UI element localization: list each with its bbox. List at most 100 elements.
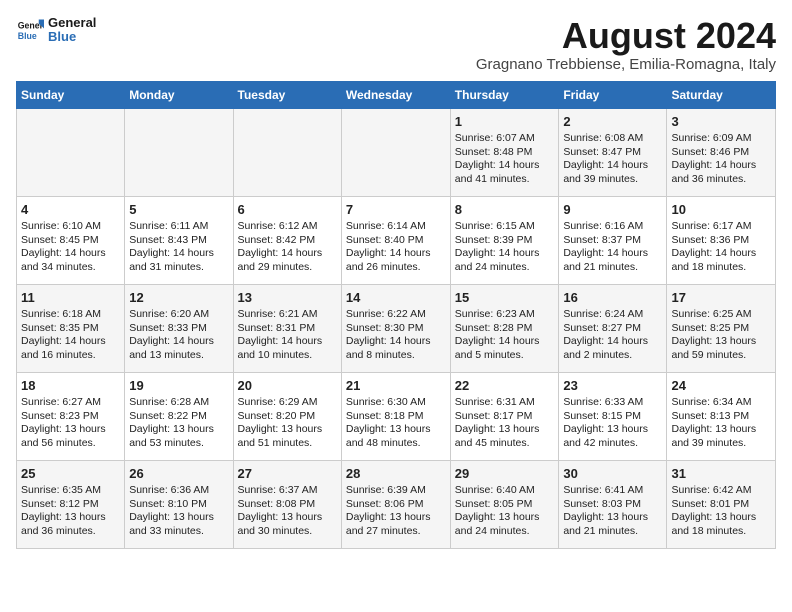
day-number: 9 xyxy=(563,201,662,219)
day-info: Sunrise: 6:18 AM Sunset: 8:35 PM Dayligh… xyxy=(21,308,120,363)
day-info: Sunrise: 6:29 AM Sunset: 8:20 PM Dayligh… xyxy=(238,396,337,451)
day-number: 21 xyxy=(346,377,446,395)
calendar-cell: 1Sunrise: 6:07 AM Sunset: 8:48 PM Daylig… xyxy=(450,108,559,196)
day-info: Sunrise: 6:24 AM Sunset: 8:27 PM Dayligh… xyxy=(563,308,662,363)
calendar-cell: 19Sunrise: 6:28 AM Sunset: 8:22 PM Dayli… xyxy=(125,372,233,460)
day-info: Sunrise: 6:27 AM Sunset: 8:23 PM Dayligh… xyxy=(21,396,120,451)
day-info: Sunrise: 6:35 AM Sunset: 8:12 PM Dayligh… xyxy=(21,484,120,539)
day-info: Sunrise: 6:21 AM Sunset: 8:31 PM Dayligh… xyxy=(238,308,337,363)
calendar-cell: 21Sunrise: 6:30 AM Sunset: 8:18 PM Dayli… xyxy=(341,372,450,460)
week-row-5: 25Sunrise: 6:35 AM Sunset: 8:12 PM Dayli… xyxy=(17,460,776,548)
calendar-cell: 31Sunrise: 6:42 AM Sunset: 8:01 PM Dayli… xyxy=(667,460,776,548)
day-number: 16 xyxy=(563,289,662,307)
day-number: 19 xyxy=(129,377,228,395)
calendar-cell: 24Sunrise: 6:34 AM Sunset: 8:13 PM Dayli… xyxy=(667,372,776,460)
week-row-3: 11Sunrise: 6:18 AM Sunset: 8:35 PM Dayli… xyxy=(17,284,776,372)
calendar-cell: 29Sunrise: 6:40 AM Sunset: 8:05 PM Dayli… xyxy=(450,460,559,548)
calendar-cell: 8Sunrise: 6:15 AM Sunset: 8:39 PM Daylig… xyxy=(450,196,559,284)
day-number: 30 xyxy=(563,465,662,483)
calendar-cell: 11Sunrise: 6:18 AM Sunset: 8:35 PM Dayli… xyxy=(17,284,125,372)
week-row-1: 1Sunrise: 6:07 AM Sunset: 8:48 PM Daylig… xyxy=(17,108,776,196)
calendar-cell: 14Sunrise: 6:22 AM Sunset: 8:30 PM Dayli… xyxy=(341,284,450,372)
day-info: Sunrise: 6:37 AM Sunset: 8:08 PM Dayligh… xyxy=(238,484,337,539)
day-number: 24 xyxy=(671,377,771,395)
logo-line2: Blue xyxy=(48,30,96,44)
day-number: 25 xyxy=(21,465,120,483)
calendar-cell: 30Sunrise: 6:41 AM Sunset: 8:03 PM Dayli… xyxy=(559,460,667,548)
calendar-cell: 27Sunrise: 6:37 AM Sunset: 8:08 PM Dayli… xyxy=(233,460,341,548)
logo: General Blue General Blue xyxy=(16,16,96,45)
header-day-friday: Friday xyxy=(559,81,667,108)
calendar-cell: 9Sunrise: 6:16 AM Sunset: 8:37 PM Daylig… xyxy=(559,196,667,284)
day-number: 31 xyxy=(671,465,771,483)
calendar-cell xyxy=(341,108,450,196)
day-info: Sunrise: 6:41 AM Sunset: 8:03 PM Dayligh… xyxy=(563,484,662,539)
calendar-table: SundayMondayTuesdayWednesdayThursdayFrid… xyxy=(16,81,776,549)
calendar-cell: 15Sunrise: 6:23 AM Sunset: 8:28 PM Dayli… xyxy=(450,284,559,372)
day-info: Sunrise: 6:14 AM Sunset: 8:40 PM Dayligh… xyxy=(346,220,446,275)
day-number: 8 xyxy=(455,201,555,219)
day-number: 14 xyxy=(346,289,446,307)
header-day-saturday: Saturday xyxy=(667,81,776,108)
calendar-cell: 10Sunrise: 6:17 AM Sunset: 8:36 PM Dayli… xyxy=(667,196,776,284)
calendar-cell: 20Sunrise: 6:29 AM Sunset: 8:20 PM Dayli… xyxy=(233,372,341,460)
header-day-wednesday: Wednesday xyxy=(341,81,450,108)
day-number: 10 xyxy=(671,201,771,219)
calendar-cell: 17Sunrise: 6:25 AM Sunset: 8:25 PM Dayli… xyxy=(667,284,776,372)
location: Gragnano Trebbiense, Emilia-Romagna, Ita… xyxy=(476,56,776,73)
day-number: 2 xyxy=(563,113,662,131)
svg-text:Blue: Blue xyxy=(18,31,37,41)
day-number: 22 xyxy=(455,377,555,395)
title-block: August 2024 Gragnano Trebbiense, Emilia-… xyxy=(476,16,776,73)
day-info: Sunrise: 6:09 AM Sunset: 8:46 PM Dayligh… xyxy=(671,132,771,187)
day-number: 28 xyxy=(346,465,446,483)
day-info: Sunrise: 6:16 AM Sunset: 8:37 PM Dayligh… xyxy=(563,220,662,275)
day-number: 29 xyxy=(455,465,555,483)
day-number: 11 xyxy=(21,289,120,307)
day-info: Sunrise: 6:40 AM Sunset: 8:05 PM Dayligh… xyxy=(455,484,555,539)
logo-icon: General Blue xyxy=(16,16,44,44)
calendar-cell: 22Sunrise: 6:31 AM Sunset: 8:17 PM Dayli… xyxy=(450,372,559,460)
day-number: 15 xyxy=(455,289,555,307)
day-number: 7 xyxy=(346,201,446,219)
day-number: 13 xyxy=(238,289,337,307)
day-info: Sunrise: 6:25 AM Sunset: 8:25 PM Dayligh… xyxy=(671,308,771,363)
day-info: Sunrise: 6:17 AM Sunset: 8:36 PM Dayligh… xyxy=(671,220,771,275)
header-day-monday: Monday xyxy=(125,81,233,108)
day-info: Sunrise: 6:20 AM Sunset: 8:33 PM Dayligh… xyxy=(129,308,228,363)
logo-line1: General xyxy=(48,16,96,30)
day-number: 18 xyxy=(21,377,120,395)
calendar-cell: 28Sunrise: 6:39 AM Sunset: 8:06 PM Dayli… xyxy=(341,460,450,548)
day-number: 6 xyxy=(238,201,337,219)
day-info: Sunrise: 6:08 AM Sunset: 8:47 PM Dayligh… xyxy=(563,132,662,187)
calendar-cell: 3Sunrise: 6:09 AM Sunset: 8:46 PM Daylig… xyxy=(667,108,776,196)
day-info: Sunrise: 6:22 AM Sunset: 8:30 PM Dayligh… xyxy=(346,308,446,363)
calendar-cell xyxy=(125,108,233,196)
day-info: Sunrise: 6:34 AM Sunset: 8:13 PM Dayligh… xyxy=(671,396,771,451)
month-year: August 2024 xyxy=(476,16,776,56)
calendar-cell: 12Sunrise: 6:20 AM Sunset: 8:33 PM Dayli… xyxy=(125,284,233,372)
calendar-cell: 26Sunrise: 6:36 AM Sunset: 8:10 PM Dayli… xyxy=(125,460,233,548)
day-info: Sunrise: 6:31 AM Sunset: 8:17 PM Dayligh… xyxy=(455,396,555,451)
calendar-cell: 7Sunrise: 6:14 AM Sunset: 8:40 PM Daylig… xyxy=(341,196,450,284)
header-day-sunday: Sunday xyxy=(17,81,125,108)
header-day-tuesday: Tuesday xyxy=(233,81,341,108)
day-info: Sunrise: 6:11 AM Sunset: 8:43 PM Dayligh… xyxy=(129,220,228,275)
header-row: SundayMondayTuesdayWednesdayThursdayFrid… xyxy=(17,81,776,108)
day-number: 5 xyxy=(129,201,228,219)
day-number: 12 xyxy=(129,289,228,307)
calendar-cell: 13Sunrise: 6:21 AM Sunset: 8:31 PM Dayli… xyxy=(233,284,341,372)
calendar-cell: 18Sunrise: 6:27 AM Sunset: 8:23 PM Dayli… xyxy=(17,372,125,460)
day-info: Sunrise: 6:42 AM Sunset: 8:01 PM Dayligh… xyxy=(671,484,771,539)
day-info: Sunrise: 6:12 AM Sunset: 8:42 PM Dayligh… xyxy=(238,220,337,275)
week-row-2: 4Sunrise: 6:10 AM Sunset: 8:45 PM Daylig… xyxy=(17,196,776,284)
day-info: Sunrise: 6:39 AM Sunset: 8:06 PM Dayligh… xyxy=(346,484,446,539)
calendar-cell: 6Sunrise: 6:12 AM Sunset: 8:42 PM Daylig… xyxy=(233,196,341,284)
calendar-cell: 4Sunrise: 6:10 AM Sunset: 8:45 PM Daylig… xyxy=(17,196,125,284)
week-row-4: 18Sunrise: 6:27 AM Sunset: 8:23 PM Dayli… xyxy=(17,372,776,460)
day-number: 26 xyxy=(129,465,228,483)
calendar-cell: 25Sunrise: 6:35 AM Sunset: 8:12 PM Dayli… xyxy=(17,460,125,548)
calendar-cell xyxy=(17,108,125,196)
day-number: 4 xyxy=(21,201,120,219)
day-number: 3 xyxy=(671,113,771,131)
